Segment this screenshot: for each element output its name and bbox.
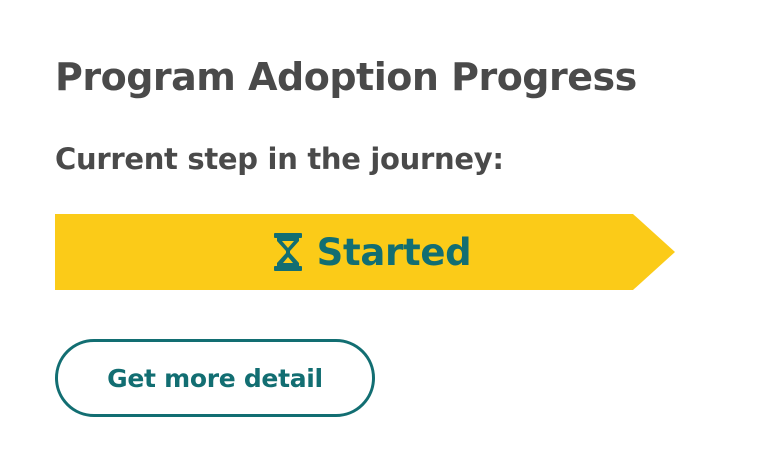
step-heading: Current step in the journey: (55, 142, 504, 176)
current-step-content: Started (273, 231, 472, 274)
current-step-banner: Started (55, 214, 675, 290)
current-step-label: Started (316, 230, 472, 274)
get-more-detail-button[interactable]: Get more detail (55, 339, 375, 417)
page-title: Program Adoption Progress (55, 55, 637, 99)
hourglass-icon (273, 233, 302, 271)
